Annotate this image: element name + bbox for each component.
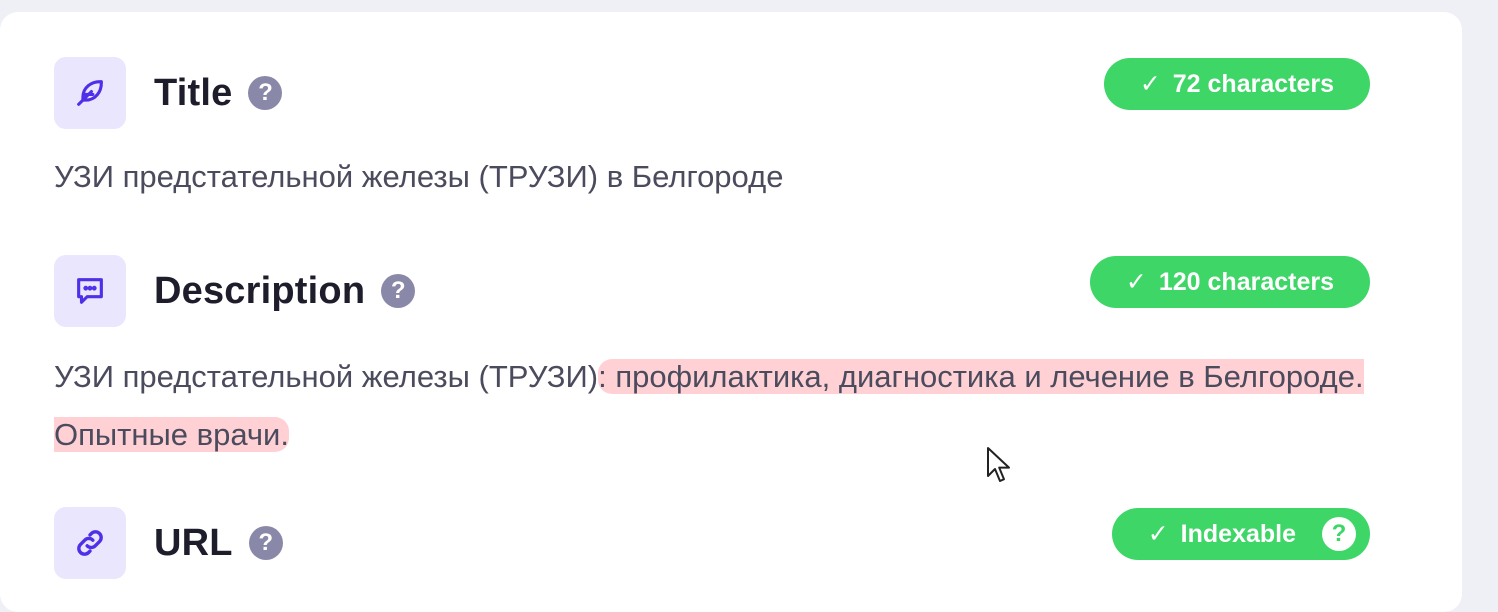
description-help-icon[interactable]: ? xyxy=(381,274,416,308)
title-length-badge: ✓ 72 characters xyxy=(1103,58,1370,110)
url-indexable-text: Indexable xyxy=(1180,519,1296,548)
url-help-icon[interactable]: ? xyxy=(248,526,283,560)
check-icon: ✓ xyxy=(1147,520,1169,548)
description-length-badge: ✓ 120 characters xyxy=(1089,256,1370,308)
indexable-help-icon[interactable]: ? xyxy=(1322,517,1356,551)
seo-preview-card: Title ? ✓ 72 characters УЗИ предстательн… xyxy=(0,12,1462,612)
description-length-text: 120 characters xyxy=(1158,267,1334,296)
message-icon xyxy=(54,255,126,327)
title-help-icon[interactable]: ? xyxy=(248,76,283,110)
url-section-header: URL ? xyxy=(54,507,283,579)
check-icon: ✓ xyxy=(1139,70,1161,98)
check-icon: ✓ xyxy=(1125,268,1147,296)
title-section-header: Title ? xyxy=(54,57,283,129)
description-value: УЗИ предстательной железы (ТРУЗИ): профи… xyxy=(54,348,1384,464)
description-text-normal: УЗИ предстательной железы (ТРУЗИ) xyxy=(54,359,599,394)
description-label: Description xyxy=(154,269,366,312)
mouse-cursor-icon xyxy=(986,446,1012,489)
description-section-header: Description ? xyxy=(54,255,416,327)
link-icon xyxy=(54,507,126,579)
url-label: URL xyxy=(154,521,233,564)
feather-icon xyxy=(54,57,126,129)
url-indexable-badge: ✓ Indexable ? xyxy=(1111,508,1370,560)
title-length-text: 72 characters xyxy=(1172,69,1334,98)
title-value: УЗИ предстательной железы (ТРУЗИ) в Белг… xyxy=(54,159,784,194)
title-label: Title xyxy=(154,71,233,114)
